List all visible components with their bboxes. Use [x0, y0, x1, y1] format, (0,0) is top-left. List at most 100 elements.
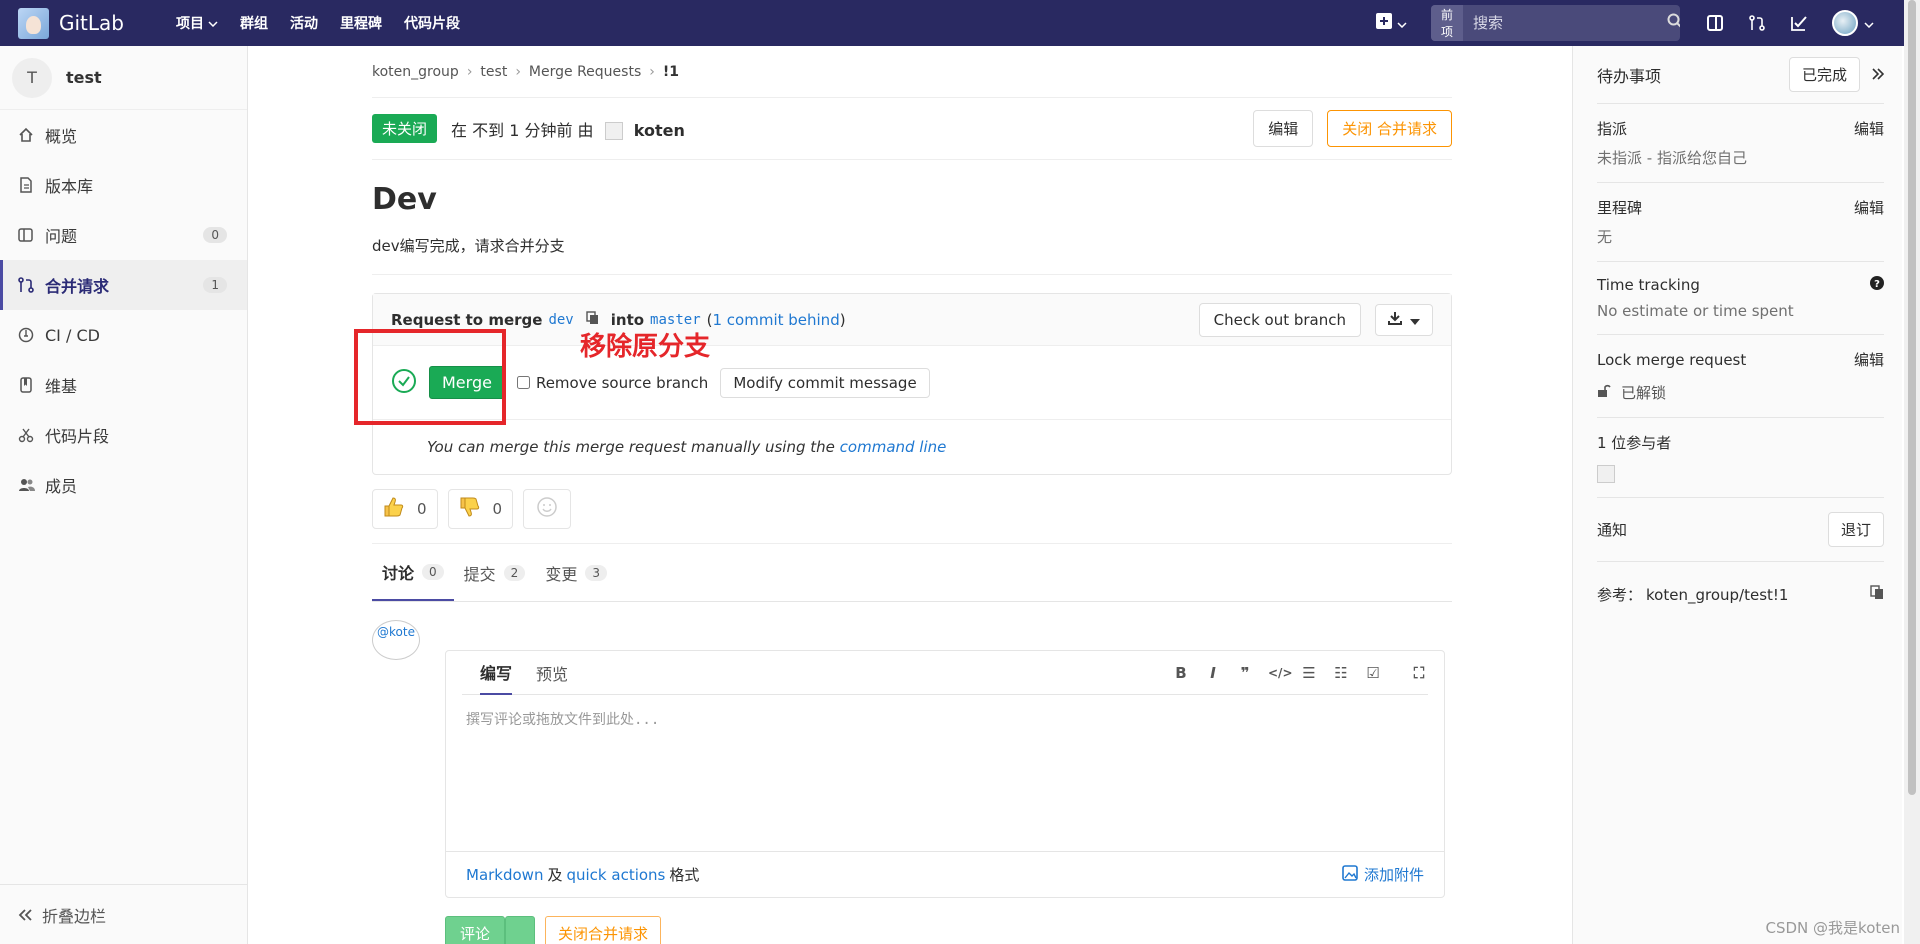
sidebar-item-members[interactable]: 成员	[0, 460, 247, 510]
add-reaction-button[interactable]	[523, 489, 572, 529]
modify-commit-message-button[interactable]: Modify commit message	[720, 367, 930, 398]
quote-icon[interactable]: ❞	[1236, 664, 1254, 682]
chevron-right-icon: ›	[515, 63, 521, 80]
lock-edit-link[interactable]: 编辑	[1854, 349, 1884, 370]
nav-activity[interactable]: 活动	[290, 13, 318, 33]
tab-commits[interactable]: 提交 2	[454, 544, 536, 601]
nav-snippets[interactable]: 代码片段	[404, 13, 460, 33]
search-box: 当前项目	[1431, 5, 1680, 41]
search-input[interactable]	[1463, 14, 1668, 32]
double-chevron-right-icon[interactable]	[1872, 65, 1885, 84]
sidebar-toggle-icon[interactable]	[1706, 14, 1724, 32]
author-avatar[interactable]	[604, 122, 623, 140]
close-mr-button[interactable]: 关闭 合并请求	[1327, 110, 1452, 147]
italic-icon[interactable]: I	[1204, 664, 1222, 682]
bold-icon[interactable]: B	[1172, 664, 1190, 682]
gitlab-logo[interactable]: GitLab	[18, 7, 138, 39]
thumbs-up-button[interactable]: 0	[372, 489, 438, 529]
task-list-icon[interactable]: ☑	[1364, 664, 1382, 682]
crumb-mr-id[interactable]: !1	[663, 64, 679, 80]
user-menu[interactable]	[1832, 10, 1874, 36]
source-branch[interactable]: dev	[548, 312, 573, 328]
remove-source-branch-option[interactable]: Remove source branch	[516, 374, 708, 392]
help-icon[interactable]: ?	[1870, 276, 1884, 294]
page-scrollbar[interactable]	[1904, 0, 1920, 944]
new-dropdown-button[interactable]	[1375, 12, 1407, 34]
assignee-value[interactable]: 未指派 - 指派给您自己	[1597, 147, 1884, 168]
project-header[interactable]: T test	[0, 46, 247, 110]
nav-projects[interactable]: 项目	[176, 13, 218, 33]
sidebar-item-wiki[interactable]: 维基	[0, 360, 247, 410]
check-out-branch-button[interactable]: Check out branch	[1198, 302, 1361, 337]
svg-text:?: ?	[1874, 279, 1880, 290]
download-icon	[1388, 311, 1402, 329]
command-line-link[interactable]: command line	[840, 438, 947, 456]
edit-mr-button[interactable]: 编辑	[1253, 110, 1314, 147]
notifications-block: 通知 退订	[1597, 498, 1884, 562]
crumb-group[interactable]: koten_group	[372, 64, 459, 80]
crumb-project[interactable]: test	[480, 64, 507, 80]
tab-preview[interactable]: 预览	[536, 651, 568, 695]
comment-type-dropdown[interactable]	[505, 916, 536, 944]
todo-label: 待办事项	[1597, 66, 1662, 86]
merge-help-prefix: You can merge this merge request manuall…	[427, 438, 835, 456]
copy-reference-icon[interactable]	[1870, 585, 1884, 604]
comment-submit-button[interactable]: 评论	[445, 916, 506, 944]
watermark-text: CSDN @我是koten	[1765, 919, 1900, 937]
markdown-link[interactable]: Markdown	[466, 866, 543, 884]
close-mr-bottom-button[interactable]: 关闭合并请求	[545, 916, 662, 944]
tab-write[interactable]: 编写	[480, 651, 513, 695]
sidebar-item-repository[interactable]: 版本库	[0, 160, 247, 210]
crumb-merge-requests[interactable]: Merge Requests	[529, 64, 641, 80]
quick-actions-link[interactable]: quick actions	[566, 866, 665, 884]
sidebar-item-label: 维基	[45, 377, 78, 396]
tab-changes[interactable]: 变更 3	[535, 544, 617, 601]
lock-block: Lock merge request 编辑 已解锁	[1597, 335, 1884, 418]
participants-block: 1 位参与者	[1597, 418, 1884, 498]
sidebar-item-label: 合并请求	[45, 277, 110, 296]
sidebar-item-ci-cd[interactable]: CI / CD	[0, 310, 247, 360]
attach-file-button[interactable]: 添加附件	[1342, 864, 1424, 885]
project-avatar: T	[12, 57, 52, 98]
sidebar-item-merge-requests[interactable]: 合并请求 1	[0, 260, 247, 310]
comment-textarea[interactable]: 撰写评论或拖放文件到此处...	[466, 705, 1424, 845]
sidebar-item-overview[interactable]: 概览	[0, 110, 247, 160]
tab-commits-count: 2	[503, 564, 526, 581]
milestone-edit-link[interactable]: 编辑	[1854, 197, 1884, 218]
annotation-label: 移除原分支	[580, 332, 711, 362]
plus-square-icon	[1375, 12, 1393, 34]
mark-done-button[interactable]: 已完成	[1788, 57, 1860, 92]
participant-avatar[interactable]	[1597, 465, 1615, 483]
remove-source-branch-checkbox[interactable]	[516, 376, 530, 389]
nav-groups[interactable]: 群组	[240, 13, 268, 33]
bullet-list-icon[interactable]: ☰	[1300, 664, 1318, 682]
tab-discussion[interactable]: 讨论 0	[372, 544, 454, 601]
todos-icon[interactable]	[1790, 14, 1808, 32]
merge-button[interactable]: Merge	[429, 366, 505, 399]
sidebar-item-issues[interactable]: 问题 0	[0, 210, 247, 260]
nav-milestones[interactable]: 里程碑	[340, 13, 382, 33]
thumbs-down-button[interactable]: 0	[447, 489, 514, 529]
scrollbar-thumb[interactable]	[1908, 0, 1916, 795]
issues-count-badge: 0	[203, 227, 227, 243]
assignee-title: 指派	[1597, 120, 1628, 138]
download-dropdown-button[interactable]	[1375, 303, 1433, 336]
collapse-sidebar-button[interactable]: 折叠边栏	[0, 884, 248, 944]
comment-actions: 评论 关闭合并请求	[445, 916, 662, 944]
project-name: test	[66, 68, 102, 87]
search-icon[interactable]	[1667, 13, 1680, 33]
assignee-edit-link[interactable]: 编辑	[1854, 118, 1884, 139]
merge-requests-icon[interactable]	[1748, 14, 1766, 32]
sidebar-item-snippets[interactable]: 代码片段	[0, 410, 247, 460]
numbered-list-icon[interactable]: ☷	[1332, 664, 1350, 682]
code-icon[interactable]: </>	[1268, 666, 1293, 680]
search-scope-chip[interactable]: 当前项目	[1431, 5, 1464, 41]
right-sidebar: 待办事项 已完成 指派 编辑 未指派 - 指派给您自己 里程碑 编辑 无 Time …	[1572, 46, 1902, 944]
unsubscribe-button[interactable]: 退订	[1827, 512, 1884, 547]
commits-behind-link[interactable]: 1 commit behind	[712, 311, 839, 329]
fullscreen-icon[interactable]: ⛶	[1410, 664, 1428, 682]
left-sidebar: T test 概览 版本库 问题 0 合并请求 1 CI / CD 维基 代码片…	[0, 46, 248, 944]
author-name[interactable]: koten	[634, 121, 685, 140]
reference-row: 参考： koten_group/test!1	[1597, 562, 1884, 627]
merge-requests-count-badge: 1	[203, 277, 227, 293]
